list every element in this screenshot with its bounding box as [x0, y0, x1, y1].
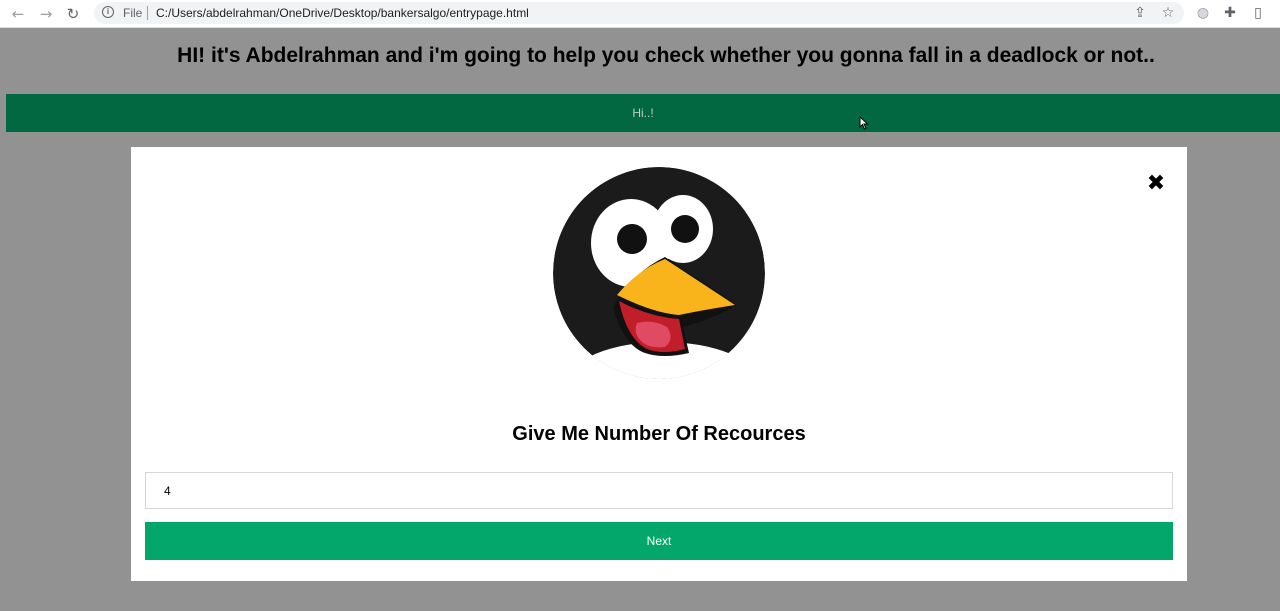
penguin-avatar [553, 167, 765, 379]
reload-icon[interactable]: ↻ [64, 5, 82, 23]
scheme-label: File [123, 6, 143, 20]
modal-title: Give Me Number Of Recources [512, 423, 806, 445]
next-button[interactable]: Next [145, 522, 1173, 560]
puzzle-icon[interactable]: ✚ [1222, 5, 1238, 21]
globe-icon[interactable]: ◍ [1195, 5, 1211, 21]
page-heading: HI! it's Abdelrahman and i'm going to he… [177, 44, 1155, 67]
star-icon[interactable]: ☆ [1160, 5, 1176, 21]
back-arrow-icon[interactable]: ← [9, 5, 27, 23]
url-text[interactable]: C:/Users/abdelrahman/OneDrive/Desktop/ba… [156, 6, 529, 20]
browser-toolbar: ← → ↻ i File C:/Users/abdelrahman/OneDri… [0, 0, 1280, 28]
banner: Hi..! [6, 94, 1280, 132]
resources-count-input[interactable] [145, 472, 1173, 509]
address-bar[interactable]: i File C:/Users/abdelrahman/OneDrive/Des… [94, 2, 1184, 24]
side-panel-icon[interactable]: ▯ [1250, 5, 1266, 21]
info-icon[interactable]: i [102, 6, 114, 18]
modal-dialog: ✖ Give Me Number Of Recources Next [131, 147, 1187, 581]
forward-arrow-icon[interactable]: → [37, 5, 55, 23]
close-icon[interactable]: ✖ [1145, 173, 1167, 195]
share-icon[interactable]: ⇪ [1132, 5, 1148, 21]
url-separator [147, 6, 148, 20]
mouse-cursor-icon [859, 116, 869, 130]
